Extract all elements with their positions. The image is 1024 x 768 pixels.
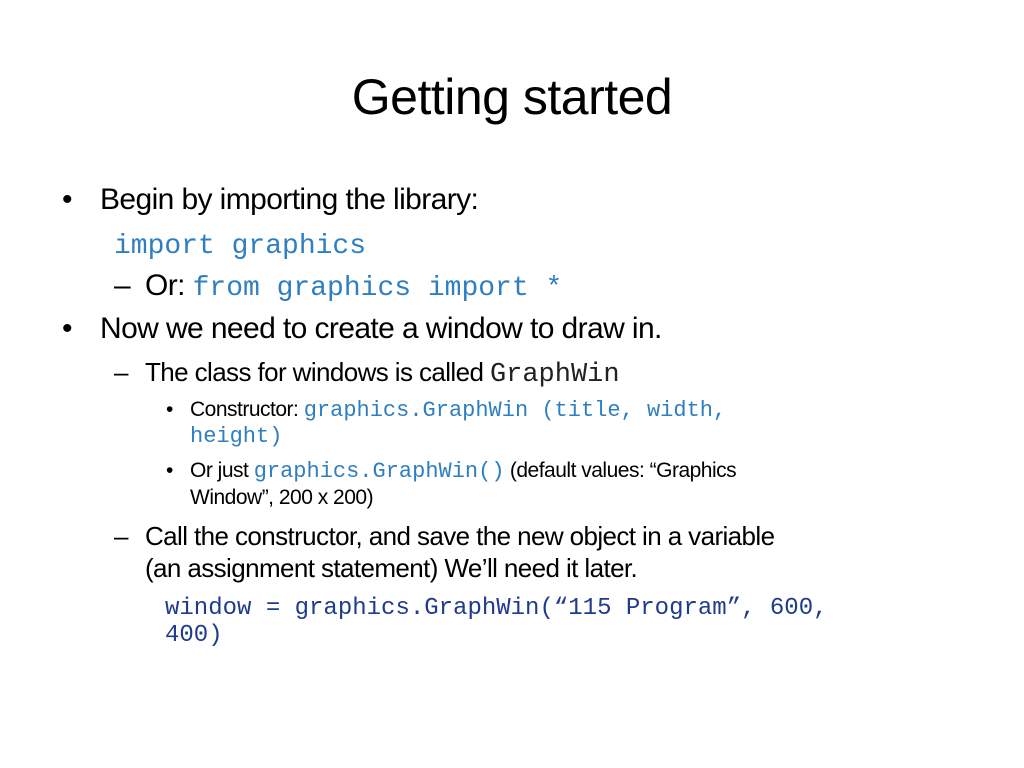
sub-item-or-import: Or: from graphics import * (145, 268, 562, 307)
code-snippet: 400) (165, 622, 223, 649)
bullet-icon: • (166, 459, 173, 482)
bullet-icon: • (62, 312, 73, 345)
sub-sub-item-constructor-cont: height) (190, 423, 282, 450)
code-snippet: window = graphics.GraphWin(“115 Program”… (165, 595, 828, 622)
code-snippet: graphics.GraphWin() (253, 459, 505, 484)
code-snippet: GraphWin (489, 360, 620, 390)
sub-sub-item-default: Or just graphics.GraphWin() (default val… (190, 458, 737, 485)
label-text: The class for windows is called (145, 357, 490, 387)
label-text: Constructor: (190, 398, 304, 421)
label-text: Or: (145, 269, 193, 302)
label-text: Or just (190, 459, 254, 482)
bullet-icon: • (62, 183, 73, 216)
code-window-assignment: window = graphics.GraphWin(“115 Program”… (165, 593, 828, 622)
sub-item-class-graphwin: The class for windows is called GraphWin (145, 356, 620, 391)
code-snippet: from graphics import * (192, 273, 563, 304)
dash-icon: – (114, 269, 131, 302)
bullet-text-create-window: Now we need to create a window to draw i… (100, 312, 662, 345)
code-import-graphics: import graphics (114, 226, 366, 265)
bullet-text-import: Begin by importing the library: (100, 183, 479, 216)
sub-sub-item-default-cont: Window”, 200 x 200) (190, 486, 374, 509)
sub-item-call-constructor-cont: (an assignment statement) We’ll need it … (145, 553, 638, 583)
dash-icon: – (114, 521, 128, 551)
code-snippet: import graphics (114, 231, 367, 262)
sub-sub-item-constructor: Constructor: graphics.GraphWin (title, w… (190, 397, 726, 424)
label-text-after: (default values: “Graphics (504, 459, 737, 482)
code-window-assignment-cont: 400) (165, 620, 223, 649)
bullet-icon: • (166, 398, 173, 421)
dash-icon: – (114, 357, 128, 387)
code-snippet: graphics.GraphWin (title, width, (303, 398, 727, 423)
code-snippet: height) (190, 424, 283, 449)
sub-item-call-constructor: Call the constructor, and save the new o… (145, 521, 775, 551)
slide-title: Getting started (351, 69, 673, 125)
